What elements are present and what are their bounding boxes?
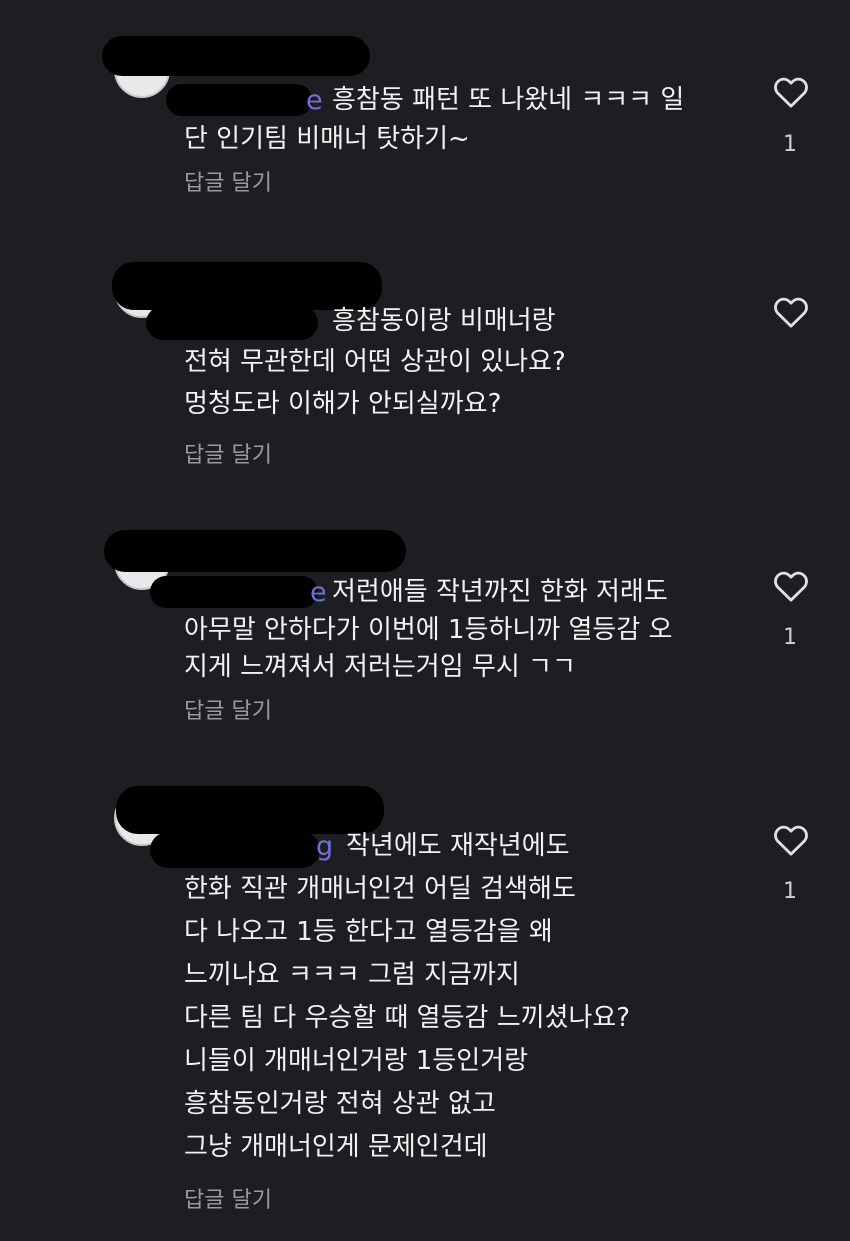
comment-text-line: 지게 느껴져서 저러는거임 무시 ㄱㄱ <box>184 652 576 682</box>
comment-text-line: 저런애들 작년까진 한화 저래도 <box>332 577 668 607</box>
mention-tail[interactable]: e <box>306 82 323 120</box>
mention-tail[interactable]: e <box>310 574 327 612</box>
heart-outline-icon <box>774 825 808 856</box>
like-button[interactable] <box>770 292 812 332</box>
redacted-mention <box>150 832 320 868</box>
comment-text-line: 작년에도 재작년에도 <box>346 831 570 861</box>
comment-text-line: 니들이 개매너인거랑 1등인거랑 <box>184 1046 529 1076</box>
like-button[interactable] <box>770 566 812 606</box>
like-count: 1 <box>783 132 797 157</box>
heart-outline-icon <box>774 77 808 108</box>
comment-text-line: 한화 직관 개매너인건 어딜 검색해도 <box>184 874 576 904</box>
comment-text-line: 느끼나요 ㅋㅋㅋ 그럼 지금까지 <box>184 960 520 990</box>
comment-text-line: 흥참동이랑 비매너랑 <box>332 306 556 336</box>
like-button[interactable] <box>770 820 812 860</box>
like-count: 1 <box>783 625 797 650</box>
heart-outline-icon <box>774 297 808 328</box>
comment-text-line: 전혀 무관한데 어떤 상관이 있나요? <box>184 347 566 377</box>
reply-button[interactable]: 답글 달기 <box>184 169 272 199</box>
comment-text-line: 단 인기팀 비매너 탓하기~ <box>184 124 470 154</box>
like-count: 1 <box>783 879 797 904</box>
comment-text-line: 다른 팀 다 우승할 때 열등감 느끼셨나요? <box>184 1003 631 1033</box>
reply-button[interactable]: 답글 달기 <box>184 1186 272 1216</box>
comment-text-line: 흥참동인거랑 전혀 상관 없고 <box>184 1089 496 1119</box>
redacted-mention <box>150 576 318 608</box>
comment-text-line: 그냥 개매너인게 문제인건데 <box>184 1132 488 1162</box>
reply-button[interactable]: 답글 달기 <box>184 441 272 471</box>
heart-outline-icon <box>774 571 808 602</box>
redacted-mention <box>146 306 318 340</box>
comment-text-line: 다 나오고 1등 한다고 열등감을 왜 <box>184 917 553 947</box>
like-button[interactable] <box>770 72 812 112</box>
comment-text-line: 멍청도라 이해가 안되실까요? <box>184 389 502 419</box>
redacted-username <box>116 786 384 834</box>
redacted-mention <box>166 84 312 116</box>
comment-text-line: 흥참동 패턴 또 나왔네 ㅋㅋㅋ 일 <box>332 85 685 115</box>
redacted-username <box>104 530 406 572</box>
comment-text-line: 아무말 안하다가 이번에 1등하니까 열등감 오 <box>184 615 673 645</box>
mention-tail[interactable]: g <box>316 828 333 866</box>
redacted-username <box>102 36 370 76</box>
reply-button[interactable]: 답글 달기 <box>184 697 272 727</box>
